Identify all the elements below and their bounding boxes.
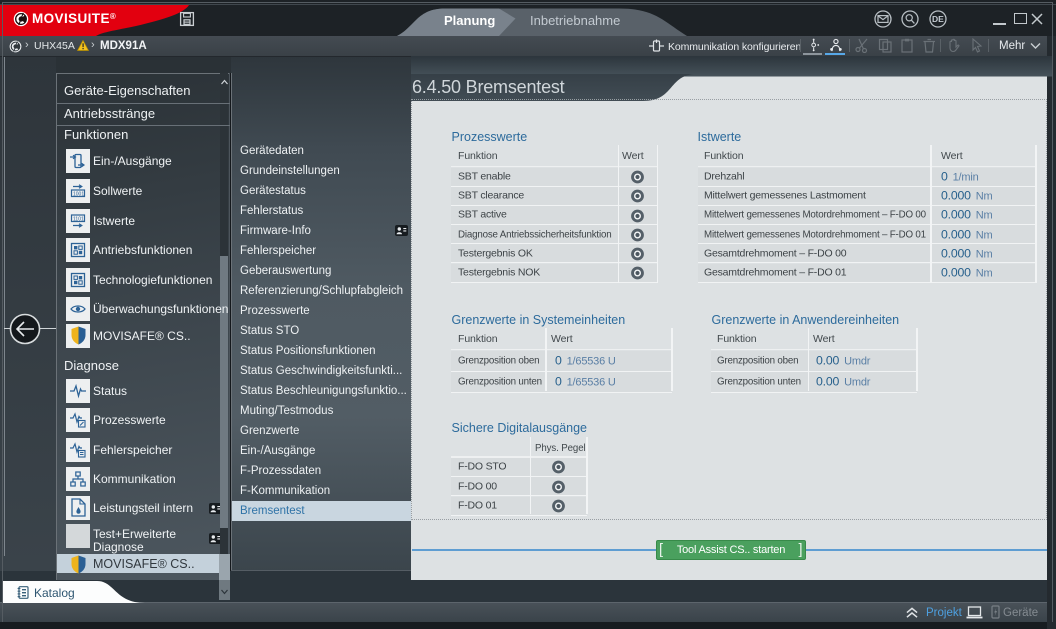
- svg-text:1001: 1001: [73, 191, 84, 197]
- svg-text:1101: 1101: [73, 216, 84, 222]
